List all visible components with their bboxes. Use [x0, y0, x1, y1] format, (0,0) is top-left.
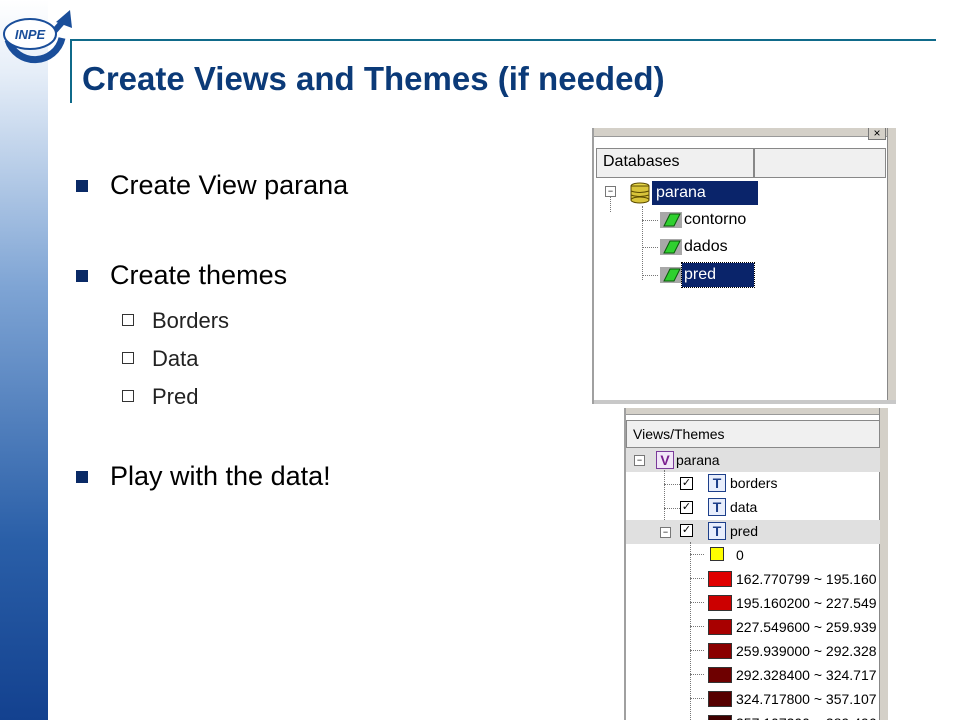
bullet-text: Create View parana: [110, 170, 349, 200]
legend-item-label[interactable]: 0: [736, 544, 744, 566]
legend-swatch: [708, 715, 732, 720]
views-themes-panel: Views/Themes − V parana ✓ T borders ✓ T …: [624, 408, 888, 720]
bullet-square-icon: [76, 471, 88, 483]
theme-icon: T: [708, 498, 726, 516]
layer-item-dados[interactable]: dados: [684, 235, 728, 259]
sub-bullet-text: Borders: [152, 308, 230, 333]
databases-column-header[interactable]: Databases: [596, 148, 754, 178]
panel-titlebar: [594, 128, 896, 137]
layer-item-pred[interactable]: pred: [681, 262, 755, 288]
theme-checkbox[interactable]: ✓: [680, 524, 693, 537]
title-vertical-rule: [70, 41, 72, 103]
legend-item-label[interactable]: 162.770799 ~ 195.160: [736, 568, 877, 590]
panel-bottom-edge: [594, 400, 896, 404]
close-button[interactable]: ×: [868, 128, 886, 140]
theme-checkbox[interactable]: ✓: [680, 501, 693, 514]
legend-item-label[interactable]: 195.160200 ~ 227.549: [736, 592, 877, 614]
views-themes-column-header[interactable]: Views/Themes: [626, 420, 880, 448]
title-rule: [70, 39, 936, 41]
bullet-square-icon: [76, 270, 88, 282]
inpe-logo-icon: INPE: [3, 10, 72, 64]
sub-bullet-square-icon: [122, 390, 134, 402]
panel-scrollbar[interactable]: [887, 128, 896, 404]
legend-swatch: [710, 547, 724, 561]
left-decorative-band: [0, 0, 48, 720]
databases-panel: × Databases − parana contorno dados pred: [592, 128, 896, 404]
legend-swatch: [708, 691, 732, 707]
layer-icon: [660, 267, 682, 283]
panel-scrollbar[interactable]: [879, 408, 888, 720]
bullet-text: Create themes: [110, 260, 288, 290]
empty-column-header[interactable]: [754, 148, 886, 178]
sub-bullet-square-icon: [122, 314, 134, 326]
legend-swatch: [708, 667, 732, 683]
slide-title: Create Views and Themes (if needed): [82, 60, 665, 97]
theme-icon: T: [708, 474, 726, 492]
legend-swatch: [708, 619, 732, 635]
legend-item-label[interactable]: 357.107200 ~ 389.496: [736, 712, 877, 720]
layer-icon: [660, 239, 682, 255]
logo-text: INPE: [15, 27, 46, 42]
layer-item-contorno[interactable]: contorno: [684, 208, 746, 232]
sub-bullet-text: Data: [152, 346, 199, 371]
panel-titlebar: [626, 408, 888, 415]
view-item-parana[interactable]: parana: [676, 449, 720, 471]
collapse-expander[interactable]: −: [605, 186, 616, 197]
bullet-square-icon: [76, 180, 88, 192]
legend-item-label[interactable]: 227.549600 ~ 259.939: [736, 616, 877, 638]
legend-item-label[interactable]: 324.717800 ~ 357.107: [736, 688, 877, 710]
theme-item-borders[interactable]: borders: [730, 472, 777, 494]
collapse-expander[interactable]: −: [660, 527, 671, 538]
theme-icon: T: [708, 522, 726, 540]
legend-swatch: [708, 571, 732, 587]
theme-item-pred[interactable]: pred: [730, 520, 758, 542]
database-item-parana[interactable]: parana: [652, 181, 758, 205]
sub-bullet-text: Pred: [152, 384, 199, 409]
legend-item-label[interactable]: 292.328400 ~ 324.717: [736, 664, 877, 686]
bullet-text: Play with the data!: [110, 461, 331, 491]
view-icon: V: [656, 451, 674, 469]
database-icon: [630, 182, 650, 204]
sub-bullet-square-icon: [122, 352, 134, 364]
legend-swatch: [708, 595, 732, 611]
legend-item-label[interactable]: 259.939000 ~ 292.328: [736, 640, 877, 662]
theme-item-data[interactable]: data: [730, 496, 757, 518]
legend-swatch: [708, 643, 732, 659]
collapse-expander[interactable]: −: [634, 455, 645, 466]
layer-icon: [660, 212, 682, 228]
theme-checkbox[interactable]: ✓: [680, 477, 693, 490]
